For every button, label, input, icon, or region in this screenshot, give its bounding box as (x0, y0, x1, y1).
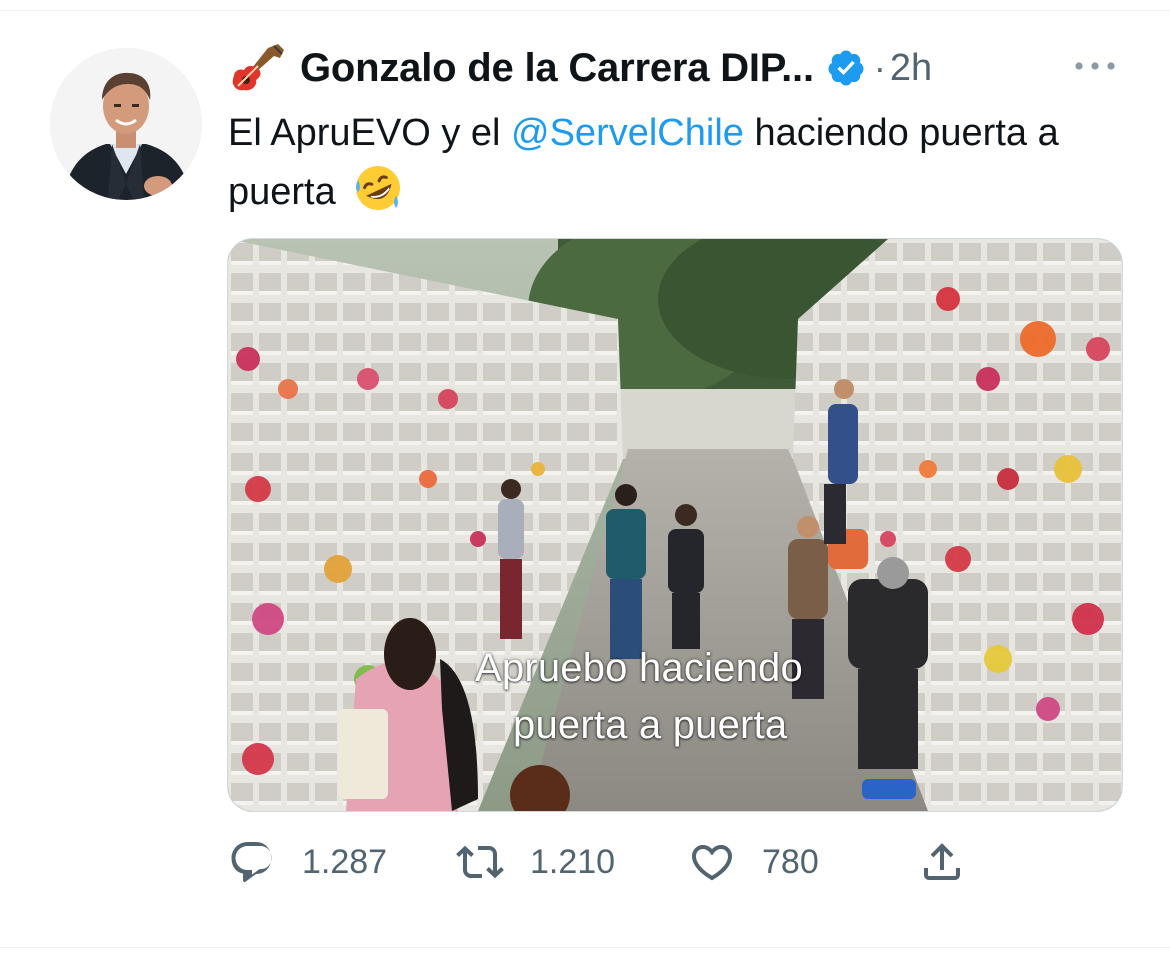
media-caption-line1: Apruebo haciendo (475, 646, 803, 690)
tweet-actions: 1.287 1.210 780 (0, 832, 1170, 892)
tweet-text: El ApruEVO y el @ServelChile haciendo pu… (228, 104, 1108, 221)
bottom-divider (0, 947, 1170, 948)
separator-dot: · (873, 47, 886, 88)
reply-count: 1.287 (302, 842, 388, 881)
retweet-icon (456, 845, 504, 879)
share-button[interactable] (918, 832, 966, 892)
rolling-on-floor-laughing-emoji (356, 166, 401, 210)
author-avatar[interactable] (50, 48, 202, 200)
tweet-timestamp[interactable]: 2h (890, 47, 932, 90)
more-options-icon[interactable] (1072, 56, 1118, 76)
verified-badge-icon (828, 50, 864, 86)
share-icon (924, 843, 960, 880)
tweet-text-part: El ApruEVO y el (228, 112, 512, 154)
like-button[interactable]: 780 (688, 832, 819, 892)
tweet-media-image[interactable]: Apruebo haciendo puerta a puerta (227, 238, 1123, 812)
mention-link[interactable]: @ServelChile (511, 112, 744, 154)
tweet-header: Gonzalo de la Carrera DIP... · 2h (228, 40, 932, 96)
top-divider (0, 10, 1170, 11)
retweet-button[interactable]: 1.210 (456, 832, 615, 892)
reply-icon (231, 842, 272, 883)
guitar-icon (232, 44, 284, 91)
media-caption-line2: puerta a puerta (513, 703, 788, 747)
heart-icon (691, 845, 733, 881)
retweet-count: 1.210 (530, 842, 616, 881)
like-count: 780 (762, 842, 819, 881)
author-name[interactable]: Gonzalo de la Carrera DIP... (300, 46, 814, 91)
reply-button[interactable]: 1.287 (228, 832, 387, 892)
